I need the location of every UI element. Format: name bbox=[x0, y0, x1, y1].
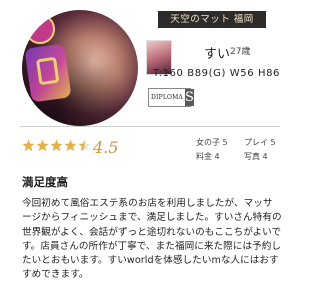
metric-row: 女の子 5 プレイ 5 bbox=[196, 136, 276, 150]
review-body: 今回初めて風俗エステ系のお店を利用しましたが、マッサージからフィニッシュまで、満… bbox=[22, 198, 282, 281]
diploma-badge: DIPLOMA S bbox=[148, 88, 194, 107]
section-divider bbox=[20, 126, 280, 127]
shop-name-banner[interactable]: 天空のマット 福岡 bbox=[158, 11, 266, 28]
diploma-label: DIPLOMA bbox=[149, 89, 185, 106]
metric-play: プレイ 5 bbox=[244, 138, 276, 147]
rating-stars bbox=[22, 139, 91, 152]
metric-photo: 写真 4 bbox=[244, 152, 268, 161]
photo-badge-icon bbox=[25, 14, 55, 44]
star-icon bbox=[78, 139, 91, 152]
rating-metrics: 女の子 5 プレイ 5 料金 4 写真 4 bbox=[196, 136, 276, 164]
star-icon bbox=[36, 139, 49, 152]
star-icon bbox=[64, 139, 77, 152]
metric-price: 料金 4 bbox=[196, 152, 220, 161]
diploma-rank: S bbox=[185, 89, 194, 106]
star-icon bbox=[50, 139, 63, 152]
cast-age: 27歳 bbox=[230, 47, 251, 57]
review-title: 満足度高 bbox=[22, 175, 68, 189]
star-icon bbox=[22, 139, 35, 152]
photo-logo-icon bbox=[24, 43, 72, 103]
metric-girl: 女の子 5 bbox=[196, 138, 228, 147]
cast-profile-photo[interactable] bbox=[22, 10, 138, 126]
rating-value: 4.5 bbox=[93, 138, 119, 157]
metric-row: 料金 4 写真 4 bbox=[196, 150, 276, 164]
cast-name: すい bbox=[204, 47, 231, 62]
cast-measurements: T:160 B89(G) W56 H86 bbox=[153, 68, 280, 79]
